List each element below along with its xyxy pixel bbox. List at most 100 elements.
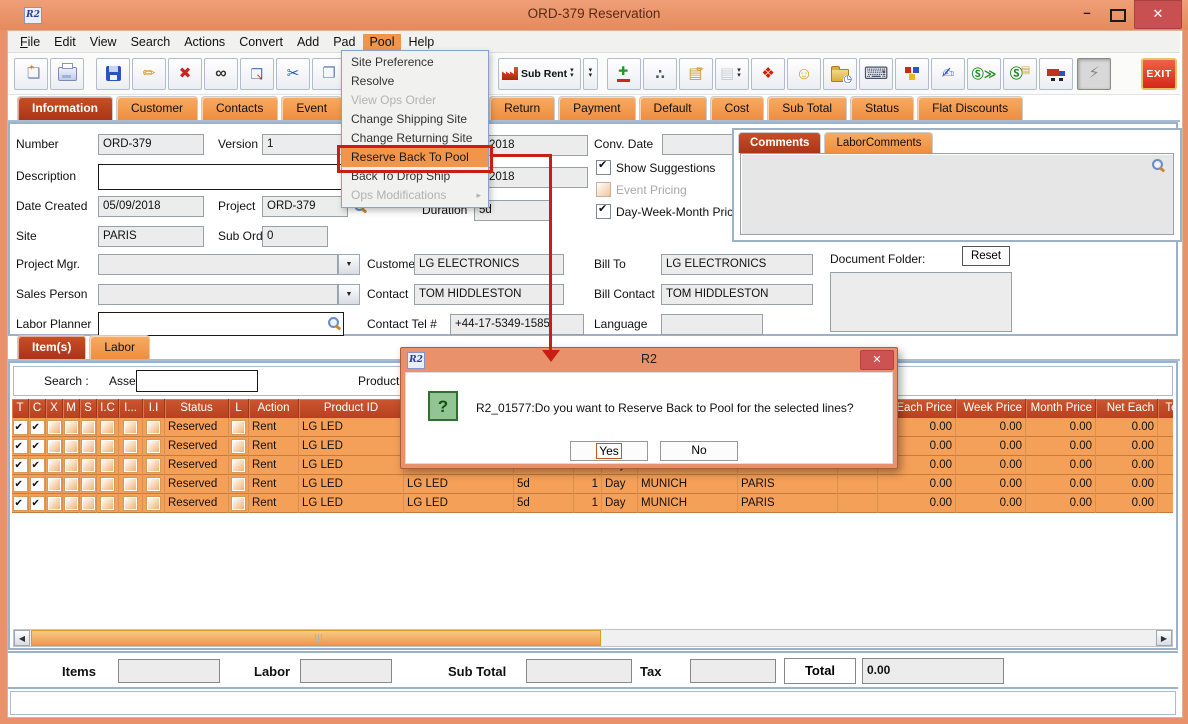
sub-rent-more-button[interactable]: ▾▾ — [583, 58, 598, 90]
row-checkbox[interactable] — [14, 421, 27, 434]
tab-sub-total[interactable]: Sub Total — [767, 96, 847, 120]
row-checkbox[interactable] — [101, 478, 114, 491]
menu-help[interactable]: Help — [403, 34, 441, 50]
column-header[interactable]: I.I — [143, 399, 165, 418]
language-field[interactable] — [661, 314, 763, 335]
table-row[interactable]: ReservedRentLG LEDLG LED5d1DayMUNICHPARI… — [12, 475, 1173, 494]
menu-pool[interactable]: Pool — [363, 34, 400, 50]
sales-person-dropdown-button[interactable]: ▼ — [338, 284, 360, 305]
minimize-button[interactable]: – — [1078, 4, 1096, 22]
table-row[interactable]: ReservedRentLG LEDLG LED5d1DayMUNICHPARI… — [12, 494, 1173, 513]
row-checkbox[interactable] — [65, 497, 78, 510]
row-checkbox[interactable] — [14, 440, 27, 453]
menu-view[interactable]: View — [84, 34, 123, 50]
money-notes-button[interactable]: Ⓢ — [1003, 58, 1037, 90]
print-button[interactable] — [50, 58, 84, 90]
comments-box[interactable] — [740, 153, 1174, 235]
add-remove-button[interactable] — [607, 58, 641, 90]
pool-menu-item[interactable]: Site Preference — [342, 53, 488, 72]
contact-field[interactable]: TOM HIDDLESTON — [414, 284, 564, 305]
notes-disabled-button[interactable]: ▤▾▾ — [715, 58, 749, 90]
row-checkbox[interactable] — [232, 497, 245, 510]
column-header[interactable]: X — [46, 399, 63, 418]
menu-edit[interactable]: Edit — [48, 34, 82, 50]
customer-field[interactable]: LG ELECTRONICS — [414, 254, 564, 275]
notes-button[interactable]: ▤ — [679, 58, 713, 90]
column-header[interactable]: Total — [1158, 399, 1173, 418]
row-checkbox[interactable] — [147, 478, 160, 491]
row-checkbox[interactable] — [65, 478, 78, 491]
row-checkbox[interactable] — [82, 497, 95, 510]
row-checkbox[interactable] — [65, 421, 78, 434]
tab-default[interactable]: Default — [639, 96, 707, 120]
yes-button[interactable]: Yes — [570, 441, 648, 461]
row-checkbox[interactable] — [232, 421, 245, 434]
row-checkbox[interactable] — [82, 421, 95, 434]
column-header[interactable]: L — [229, 399, 249, 418]
document-folder-box[interactable] — [830, 272, 1012, 332]
column-header[interactable]: Week Price — [956, 399, 1026, 418]
column-header[interactable]: I.C — [97, 399, 119, 418]
row-checkbox[interactable] — [82, 459, 95, 472]
delete-button[interactable]: ✖ — [168, 58, 202, 90]
menu-add[interactable]: Add — [291, 34, 325, 50]
tab-labor[interactable]: Labor — [89, 335, 150, 359]
row-checkbox[interactable] — [31, 459, 44, 472]
row-checkbox[interactable] — [232, 440, 245, 453]
column-header[interactable]: Month Price — [1026, 399, 1096, 418]
column-header[interactable]: C — [29, 399, 46, 418]
tab-information[interactable]: Information — [17, 96, 113, 120]
cubes-button[interactable] — [895, 58, 929, 90]
scrollbar-thumb[interactable] — [31, 630, 601, 646]
row-checkbox[interactable] — [48, 459, 61, 472]
sales-person-field[interactable] — [98, 284, 338, 305]
column-header[interactable]: Product ID — [299, 399, 404, 418]
pool-menu-item[interactable]: Resolve — [342, 72, 488, 91]
row-checkbox[interactable] — [48, 421, 61, 434]
tab-status[interactable]: Status — [850, 96, 914, 120]
sub-rent-button[interactable]: Sub Rent▾▾ — [498, 58, 581, 90]
row-checkbox[interactable] — [48, 440, 61, 453]
column-header[interactable]: Net Each — [1096, 399, 1158, 418]
money-forward-button[interactable]: Ⓢ≫ — [967, 58, 1001, 90]
cut-button[interactable]: ✂ — [276, 58, 310, 90]
row-checkbox[interactable] — [124, 459, 137, 472]
new-document-button[interactable]: ❏ — [14, 58, 48, 90]
bill-contact-field[interactable]: TOM HIDDLESTON — [661, 284, 813, 305]
save-button[interactable] — [96, 58, 130, 90]
labor-planner-input[interactable] — [98, 312, 344, 336]
row-checkbox[interactable] — [48, 497, 61, 510]
truck-button[interactable] — [1039, 58, 1073, 90]
row-checkbox[interactable] — [14, 459, 27, 472]
tab-item-s-[interactable]: Item(s) — [17, 335, 86, 359]
row-checkbox[interactable] — [124, 497, 137, 510]
menu-pad[interactable]: Pad — [327, 34, 361, 50]
exit-button[interactable]: EXIT — [1141, 58, 1177, 90]
options-button[interactable]: ∴ — [643, 58, 677, 90]
bill-to-field[interactable]: LG ELECTRONICS — [661, 254, 813, 275]
labor-planner-search-icon[interactable] — [328, 317, 341, 330]
tab-payment[interactable]: Payment — [558, 96, 635, 120]
document-edit-button[interactable]: ✍ — [931, 58, 965, 90]
row-checkbox[interactable] — [101, 497, 114, 510]
row-checkbox[interactable] — [232, 478, 245, 491]
row-checkbox[interactable] — [65, 440, 78, 453]
keyboard-button[interactable]: ⌨ — [859, 58, 893, 90]
column-header[interactable]: I... — [119, 399, 143, 418]
tab-cost[interactable]: Cost — [710, 96, 765, 120]
asset-search-input[interactable] — [136, 370, 258, 392]
tab-contacts[interactable]: Contacts — [201, 96, 278, 120]
dwm-pricing-checkbox[interactable] — [596, 204, 611, 219]
tab-return[interactable]: Return — [489, 96, 555, 120]
scroll-right-button[interactable]: ▶ — [1156, 630, 1172, 646]
maximize-button[interactable] — [1110, 9, 1126, 22]
edit-button[interactable]: ✏ — [132, 58, 166, 90]
row-checkbox[interactable] — [147, 421, 160, 434]
row-checkbox[interactable] — [31, 478, 44, 491]
description-input[interactable] — [98, 164, 350, 190]
row-checkbox[interactable] — [82, 478, 95, 491]
project-mgr-dropdown-button[interactable]: ▼ — [338, 254, 360, 275]
row-checkbox[interactable] — [124, 421, 137, 434]
find-button[interactable]: ∞ — [204, 58, 238, 90]
row-checkbox[interactable] — [101, 459, 114, 472]
